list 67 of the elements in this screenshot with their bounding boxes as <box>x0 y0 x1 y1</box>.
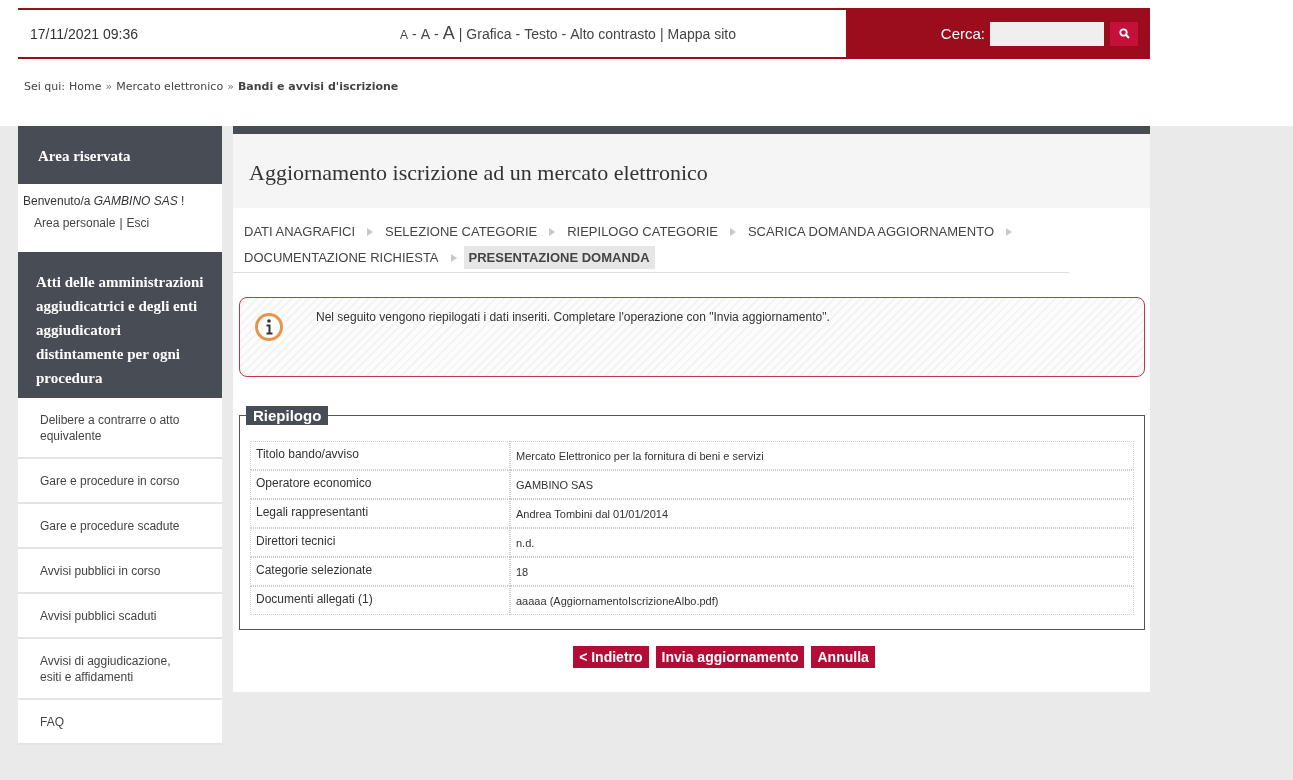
font-size-link[interactable]: A <box>400 28 408 42</box>
separator-text: | <box>458 26 463 42</box>
user-link[interactable]: Area personale <box>34 216 116 230</box>
search-label: Cerca: <box>940 25 985 42</box>
font-size-link[interactable]: A <box>420 26 430 42</box>
step-tab[interactable]: DOCUMENTAZIONE RICHIESTA <box>239 246 444 269</box>
table-label-cell: Legali rappresentanti <box>250 499 510 528</box>
step-tab[interactable]: SELEZIONE CATEGORIE <box>380 220 543 243</box>
step-tab[interactable]: PRESENTAZIONE DOMANDA <box>463 246 655 269</box>
table-label-cell: Documenti allegati (1) <box>250 586 510 615</box>
breadcrumb-separator: » <box>227 80 234 93</box>
sidebar-item[interactable]: Delibere a contrarre o atto equivalente <box>18 398 222 459</box>
header-link[interactable]: Grafica <box>466 26 512 42</box>
font-size-link[interactable]: A <box>442 23 455 44</box>
sidebar-item[interactable]: Gare e procedure in corso <box>18 459 222 504</box>
table-label-cell: Titolo bando/avviso <box>250 441 510 470</box>
table-value-cell: n.d. <box>510 528 1134 557</box>
section-title: Atti delle amministrazioni aggiudicatrici e degli enti aggiudicatori distintamente per ogni procedura <box>18 252 222 398</box>
separator-text: | <box>659 26 664 42</box>
table-value-cell: Andrea Tombini dal 01/01/2014 <box>510 499 1134 528</box>
table-label-cell: Direttori tecnici <box>250 528 510 557</box>
breadcrumb-link[interactable]: Home <box>69 80 102 93</box>
triangle-icon <box>549 227 556 236</box>
info-message: Nel seguito vengono riepilogati i dati inseriti. Completare l'operazione con "Invia aggiornamento". <box>316 310 830 324</box>
sidebar-title: Area riservata <box>18 126 222 184</box>
breadcrumb-link[interactable]: Mercato elettronico <box>116 80 224 93</box>
user-link[interactable]: Esci <box>126 216 150 230</box>
action-button[interactable]: Annulla <box>811 646 875 668</box>
separator-text: | <box>119 216 123 230</box>
search-field[interactable] <box>990 21 1104 46</box>
search-button[interactable] <box>1110 21 1138 46</box>
breadcrumb-current: Bandi e avvisi d'iscrizione <box>237 80 399 93</box>
triangle-icon <box>367 227 373 236</box>
table-value-cell: 18 <box>510 557 1134 586</box>
separator-text: - <box>515 26 521 42</box>
info-icon <box>254 312 284 342</box>
action-button[interactable]: < Indietro <box>573 646 649 668</box>
action-button[interactable]: Invia aggiornamento <box>655 646 805 668</box>
header-link[interactable]: Alto contrasto <box>570 26 656 42</box>
panel-legend: Riepilogo <box>246 406 329 425</box>
sidebar-item[interactable]: Gare e procedure scadute <box>18 504 222 549</box>
breadcrumb-separator: » <box>105 80 113 93</box>
sidebar-item[interactable]: Avvisi di aggiudicazione, esiti e affidamenti <box>18 639 222 700</box>
table-value-cell: GAMBINO SAS <box>510 470 1134 499</box>
separator-text: - <box>412 26 417 42</box>
header-link[interactable]: Testo <box>524 26 558 42</box>
sidebar-item[interactable]: Avvisi pubblici scaduti <box>18 594 222 639</box>
page-title: Aggiornamento iscrizione ad un mercato elettronico <box>233 134 1150 208</box>
triangle-icon <box>450 253 457 262</box>
header-link[interactable]: Mappa sito <box>667 26 736 42</box>
separator-text: - <box>434 26 439 42</box>
breadcrumb-label: Sei qui: <box>24 80 66 93</box>
step-tab[interactable]: DATI ANAGRAFICI <box>239 220 360 243</box>
date-time: 17/11/2021 09:36 <box>29 25 139 42</box>
welcome-text: Benvenuto/a GAMBINO SAS ! <box>22 194 186 208</box>
step-tab[interactable]: RIEPILOGO CATEGORIE <box>562 220 723 243</box>
table-label-cell: Categorie selezionate <box>250 557 510 586</box>
sidebar-item[interactable]: Avvisi pubblici in corso <box>18 549 222 594</box>
search-icon <box>1118 28 1130 39</box>
table-value-cell: aaaaa (AggiornamentoIscrizioneAlbo.pdf) <box>510 586 1134 615</box>
table-label-cell: Operatore economico <box>250 470 510 499</box>
table-value-cell: Mercato Elettronico per la fornitura di beni e servizi <box>510 441 1134 470</box>
step-tab[interactable]: SCARICA DOMANDA AGGIORNAMENTO <box>742 220 999 243</box>
sidebar-item[interactable]: FAQ <box>18 700 222 745</box>
separator-text: - <box>561 26 567 42</box>
triangle-icon <box>1006 227 1012 236</box>
triangle-icon <box>729 227 736 236</box>
